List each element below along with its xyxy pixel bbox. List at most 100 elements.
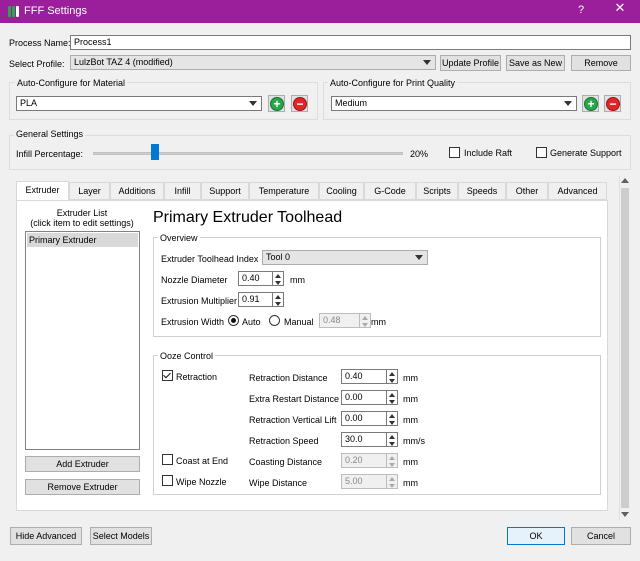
tab-gcode[interactable]: G-Code [364, 182, 416, 200]
minus-icon: − [293, 97, 307, 111]
infill-label: Infill Percentage: [16, 149, 84, 159]
material-group-title: Auto-Configure for Material [15, 77, 128, 89]
retraction-speed-label: Retraction Speed [249, 436, 319, 446]
tab-infill[interactable]: Infill [164, 182, 201, 200]
chevron-down-icon [423, 60, 431, 65]
wipe-nozzle-checkbox[interactable] [162, 475, 173, 486]
retraction-label: Retraction [176, 372, 218, 382]
extrusion-multiplier-stepper[interactable] [273, 292, 284, 307]
coast-at-end-checkbox[interactable] [162, 454, 173, 465]
material-select[interactable]: PLA [16, 96, 262, 111]
update-profile-button[interactable]: Update Profile [440, 55, 501, 71]
help-button[interactable]: ? [574, 4, 588, 16]
plus-icon: + [584, 97, 598, 111]
remove-profile-button[interactable]: Remove [571, 55, 631, 71]
extra-restart-distance-unit: mm [403, 394, 418, 404]
tab-advanced[interactable]: Advanced [548, 182, 607, 200]
coasting-distance-unit: mm [403, 457, 418, 467]
infill-slider-thumb[interactable] [151, 144, 159, 160]
add-quality-button[interactable]: + [582, 95, 599, 112]
scrollbar-thumb[interactable] [621, 188, 629, 508]
toolhead-index-value: Tool 0 [266, 252, 291, 262]
wipe-distance-stepper[interactable] [387, 474, 398, 489]
save-as-new-button[interactable]: Save as New [506, 55, 565, 71]
retraction-speed-stepper[interactable] [387, 432, 398, 447]
wipe-distance-label: Wipe Distance [249, 478, 308, 488]
extruder-list[interactable] [25, 231, 140, 450]
app-icon [8, 6, 19, 17]
retraction-speed-unit: mm/s [403, 436, 425, 446]
chevron-down-icon [415, 255, 423, 260]
retraction-vertical-lift-input[interactable]: 0.00 [341, 411, 387, 426]
add-material-button[interactable]: + [268, 95, 285, 112]
retraction-vertical-lift-unit: mm [403, 415, 418, 425]
toolhead-index-select[interactable]: Tool 0 [262, 250, 428, 265]
process-name-label: Process Name: [9, 38, 71, 48]
general-settings-title: General Settings [14, 128, 86, 140]
wipe-distance-unit: mm [403, 478, 418, 488]
extra-restart-distance-input[interactable]: 0.00 [341, 390, 387, 405]
include-raft-label: Include Raft [464, 148, 513, 158]
nozzle-diameter-label: Nozzle Diameter [161, 275, 228, 285]
retraction-distance-unit: mm [403, 373, 418, 383]
tab-additions[interactable]: Additions [110, 182, 164, 200]
remove-quality-button[interactable]: − [604, 95, 621, 112]
auto-radio[interactable] [228, 315, 239, 326]
retraction-vertical-lift-stepper[interactable] [387, 411, 398, 426]
remove-material-button[interactable]: − [291, 95, 308, 112]
wipe-distance-input[interactable]: 5.00 [341, 474, 387, 489]
title-bar [0, 0, 640, 23]
hide-advanced-button[interactable]: Hide Advanced [10, 527, 82, 545]
ok-button[interactable]: OK [507, 527, 565, 545]
tab-support[interactable]: Support [201, 182, 249, 200]
remove-extruder-button[interactable]: Remove Extruder [25, 479, 140, 495]
retraction-speed-input[interactable]: 30.0 [341, 432, 387, 447]
scroll-down-icon[interactable] [621, 512, 629, 517]
extrusion-width-stepper[interactable] [360, 313, 371, 328]
retraction-distance-input[interactable]: 0.40 [341, 369, 387, 384]
coast-at-end-label: Coast at End [176, 456, 229, 466]
extrusion-width-unit: mm [371, 317, 386, 327]
nozzle-diameter-stepper[interactable] [273, 271, 284, 286]
retraction-distance-stepper[interactable] [387, 369, 398, 384]
extra-restart-distance-stepper[interactable] [387, 390, 398, 405]
coasting-distance-stepper[interactable] [387, 453, 398, 468]
tab-cooling[interactable]: Cooling [319, 182, 364, 200]
tab-temperature[interactable]: Temperature [249, 182, 319, 200]
plus-icon: + [270, 97, 284, 111]
manual-radio-label: Manual [284, 317, 314, 327]
generate-support-checkbox[interactable] [536, 147, 547, 158]
toolhead-index-label: Extruder Toolhead Index [161, 254, 259, 264]
coasting-distance-input[interactable]: 0.20 [341, 453, 387, 468]
extrusion-multiplier-input[interactable]: 0.91 [238, 292, 273, 307]
include-raft-checkbox[interactable] [449, 147, 460, 158]
generate-support-label: Generate Support [550, 148, 622, 158]
nozzle-diameter-input[interactable]: 0.40 [238, 271, 273, 286]
chevron-down-icon [564, 101, 572, 106]
chevron-down-icon [249, 101, 257, 106]
retraction-checkbox[interactable] [162, 370, 173, 381]
close-button[interactable]: ✕ [612, 1, 628, 14]
extrusion-width-input[interactable]: 0.48 [319, 313, 360, 328]
add-extruder-button[interactable]: Add Extruder [25, 456, 140, 472]
auto-radio-label: Auto [242, 317, 261, 327]
profile-select[interactable]: LulzBot TAZ 4 (modified) [70, 55, 436, 70]
quality-select-value: Medium [335, 98, 368, 108]
extruder-list-subtitle: (click item to edit settings) [30, 218, 134, 228]
tab-layer[interactable]: Layer [69, 182, 110, 200]
tab-extruder[interactable]: Extruder [16, 181, 69, 201]
coasting-distance-label: Coasting Distance [249, 457, 323, 467]
list-item[interactable]: Primary Extruder [27, 233, 138, 247]
scroll-up-icon[interactable] [621, 178, 629, 183]
select-models-button[interactable]: Select Models [90, 527, 152, 545]
extrusion-multiplier-label: Extrusion Multiplier [161, 296, 238, 306]
manual-radio[interactable] [269, 315, 280, 326]
quality-select[interactable]: Medium [331, 96, 577, 111]
tab-other[interactable]: Other [506, 182, 548, 200]
infill-slider-track[interactable] [93, 152, 403, 155]
process-name-input[interactable]: Process1 [70, 35, 631, 50]
page-title: Primary Extruder Toolhead [153, 209, 343, 226]
tab-speeds[interactable]: Speeds [458, 182, 506, 200]
cancel-button[interactable]: Cancel [571, 527, 631, 545]
tab-scripts[interactable]: Scripts [416, 182, 458, 200]
